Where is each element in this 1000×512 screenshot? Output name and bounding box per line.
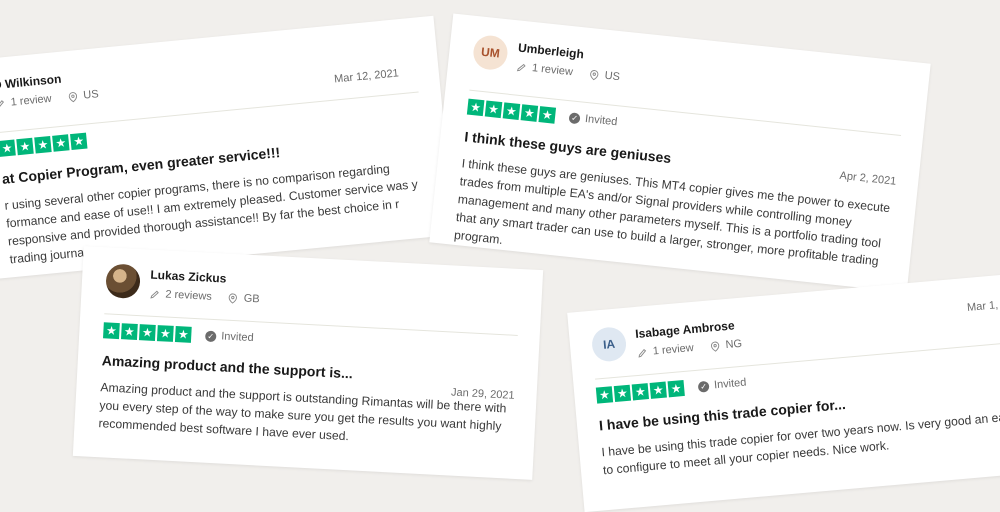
star-rating: ★ ★ ★ ★ ★ xyxy=(0,132,88,157)
star-icon: ★ xyxy=(174,326,192,343)
check-icon: ✓ xyxy=(697,380,710,393)
star-icon: ★ xyxy=(595,386,614,404)
location-pin-icon xyxy=(710,341,720,352)
star-icon: ★ xyxy=(466,98,485,117)
star-icon: ★ xyxy=(667,379,685,398)
reviewer-name[interactable]: D Wilkinson xyxy=(0,72,62,93)
star-rating: ★ ★ ★ ★ ★ xyxy=(466,98,557,124)
invited-badge: ✓ Invited xyxy=(697,376,747,393)
star-rating: ★ ★ ★ ★ ★ xyxy=(103,322,192,343)
review-count: 1 review xyxy=(531,62,574,79)
check-icon: ✓ xyxy=(568,111,581,124)
star-icon: ★ xyxy=(502,102,521,120)
reviewer-country: US xyxy=(604,69,621,84)
review-count: 2 reviews xyxy=(165,288,213,303)
star-icon: ★ xyxy=(538,106,557,124)
location-pin-icon xyxy=(229,292,238,304)
avatar-initials: UM xyxy=(480,44,501,61)
review-card-zickus: Lukas Zickus 2 reviews GB ★ ★ ★ ★ ★ ✓ Invited… xyxy=(72,246,544,480)
review-card-ambrose: IA Isabage Ambrose 1 review NG Mar 1, ★ ★… xyxy=(567,271,1000,512)
star-icon: ★ xyxy=(484,100,503,119)
star-icon: ★ xyxy=(138,324,156,341)
invited-badge: ✓ Invited xyxy=(568,111,618,129)
reviewer-name[interactable]: Isabage Ambrose xyxy=(635,318,735,341)
avatar[interactable] xyxy=(105,263,141,300)
star-icon: ★ xyxy=(52,134,70,152)
star-icon: ★ xyxy=(156,325,174,342)
pencil-icon xyxy=(150,290,159,298)
reviewer-country: NG xyxy=(725,337,743,352)
reviewer-name[interactable]: Lukas Zickus xyxy=(150,268,227,286)
avatar[interactable]: UM xyxy=(471,33,510,72)
star-rating: ★ ★ ★ ★ ★ xyxy=(595,379,685,404)
review-card-umberleigh: UM Umberleigh 1 review US ★ ★ ★ ★ ★ ✓ Invited… xyxy=(429,13,931,293)
star-icon: ★ xyxy=(520,104,539,122)
pencil-icon xyxy=(516,63,526,71)
location-pin-icon xyxy=(68,91,77,102)
star-icon: ★ xyxy=(120,323,138,341)
avatar-initials: IA xyxy=(602,336,616,352)
star-icon: ★ xyxy=(613,384,632,403)
avatar[interactable]: IA xyxy=(590,325,628,363)
invited-label: Invited xyxy=(584,112,618,129)
invited-label: Invited xyxy=(713,376,747,392)
reviewer-name[interactable]: Umberleigh xyxy=(517,41,584,62)
review-count: 1 review xyxy=(652,341,695,358)
location-pin-icon xyxy=(590,69,599,80)
review-date: Mar 12, 2021 xyxy=(333,67,400,86)
check-icon: ✓ xyxy=(205,330,217,342)
star-icon: ★ xyxy=(103,322,120,340)
star-icon: ★ xyxy=(631,383,650,401)
review-date: Mar 1, xyxy=(966,299,999,314)
star-icon: ★ xyxy=(34,136,52,154)
invited-label: Invited xyxy=(220,330,254,345)
review-card-wilkinson: D Wilkinson 1 review US Mar 12, 2021 ★ ★ ★… xyxy=(0,15,455,281)
reviewer-country: US xyxy=(82,88,100,102)
star-icon: ★ xyxy=(70,132,88,151)
star-icon: ★ xyxy=(16,137,34,156)
pencil-icon xyxy=(638,348,647,358)
star-icon: ★ xyxy=(0,139,16,157)
star-icon: ★ xyxy=(649,381,667,399)
reviewer-country: GB xyxy=(243,292,260,306)
invited-badge: ✓ Invited xyxy=(205,330,254,345)
pencil-icon xyxy=(0,99,4,109)
review-count: 1 review xyxy=(10,92,53,109)
